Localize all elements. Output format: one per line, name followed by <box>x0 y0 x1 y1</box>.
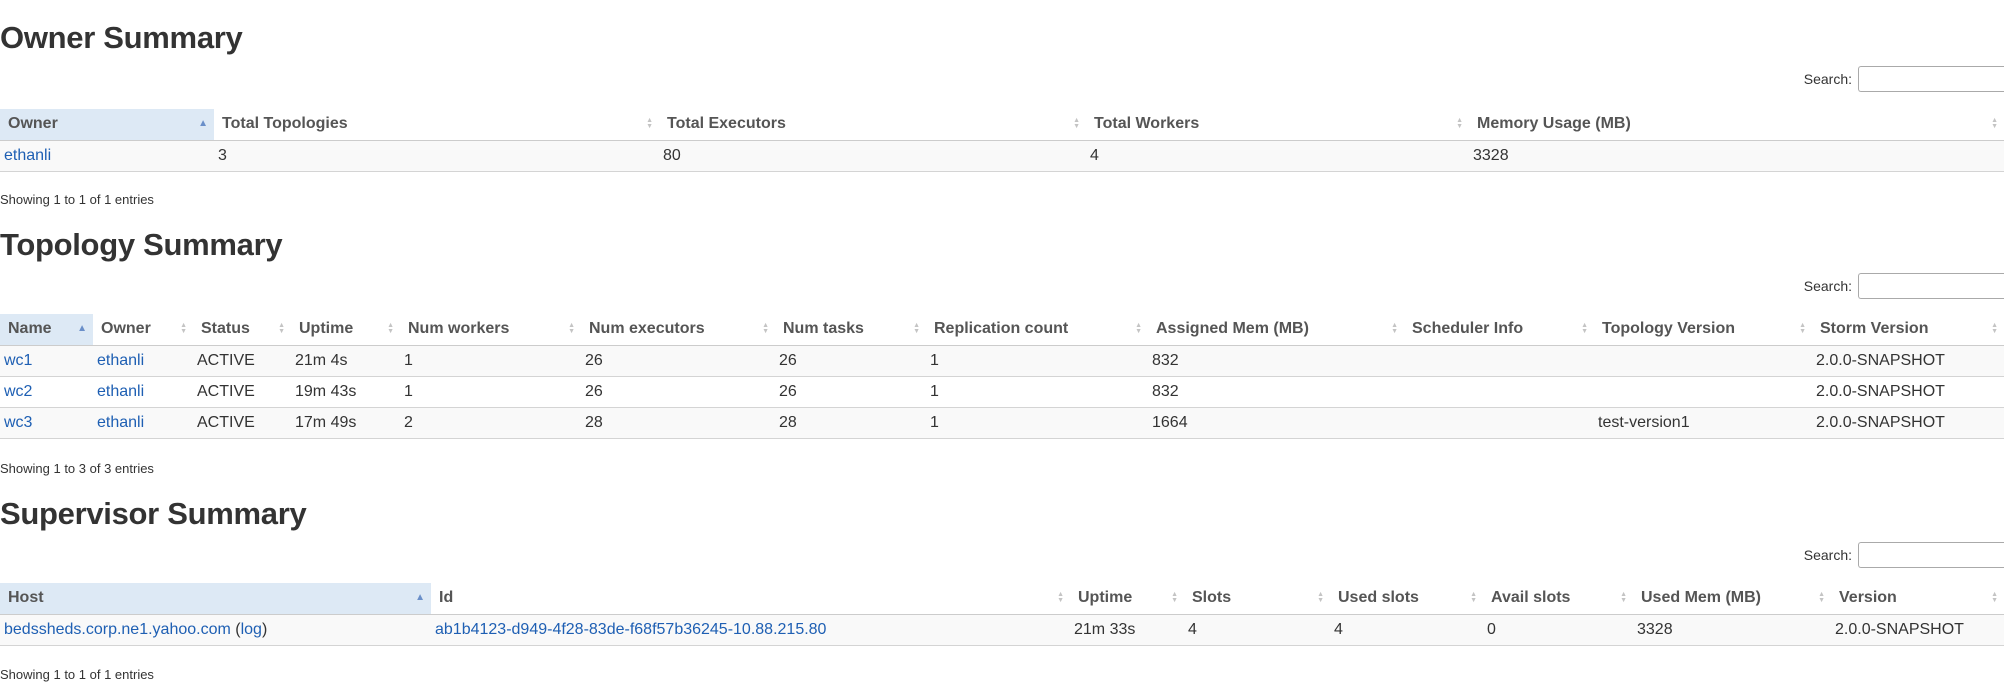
topology-col-name[interactable]: Name ▲ <box>0 314 93 346</box>
num-executors-cell: 28 <box>581 407 775 439</box>
topology-col-scheduler-info[interactable]: Scheduler Info ▲ ▼ <box>1404 314 1594 346</box>
owner-search: Search: <box>1804 66 2004 92</box>
supervisor-search-input[interactable] <box>1858 542 2004 568</box>
table-row: wc3 ethanli ACTIVE 17m 49s 2 28 28 1 166… <box>0 407 2004 439</box>
supervisor-search: Search: <box>1804 542 2004 568</box>
topology-col-assigned-mem[interactable]: Assigned Mem (MB) ▲ ▼ <box>1148 314 1404 346</box>
supervisor-col-avail-slots[interactable]: Avail slots ▲ ▼ <box>1483 583 1633 615</box>
scheduler-info-cell <box>1404 376 1594 408</box>
supervisor-col-used-slots[interactable]: Used slots ▲ ▼ <box>1330 583 1483 615</box>
owner-col-topologies[interactable]: Total Topologies ▲ ▼ <box>214 109 659 141</box>
topology-col-storm-version[interactable]: Storm Version ▲ ▼ <box>1812 314 2004 346</box>
topology-col-status[interactable]: Status ▲ ▼ <box>193 314 291 346</box>
total-topologies-cell: 3 <box>214 140 659 172</box>
topology-col-uptime[interactable]: Uptime ▲ ▼ <box>291 314 400 346</box>
topology-col-num-workers[interactable]: Num workers ▲ ▼ <box>400 314 581 346</box>
owner-link[interactable]: ethanli <box>4 147 51 164</box>
supervisor-col-uptime[interactable]: Uptime ▲ ▼ <box>1070 583 1184 615</box>
uptime-cell: 21m 33s <box>1070 614 1184 646</box>
host-cell: bedssheds.corp.ne1.yahoo.com (log) <box>0 614 431 646</box>
host-link[interactable]: bedssheds.corp.ne1.yahoo.com <box>4 621 231 638</box>
supervisor-summary-info: Showing 1 to 1 of 1 entries <box>0 667 154 682</box>
topology-owner-link[interactable]: ethanli <box>97 383 144 400</box>
supervisor-col-used-mem[interactable]: Used Mem (MB) ▲ ▼ <box>1633 583 1831 615</box>
supervisor-col-version[interactable]: Version ▲ ▼ <box>1831 583 2004 615</box>
supervisor-col-slots[interactable]: Slots ▲ ▼ <box>1184 583 1330 615</box>
topology-owner-link[interactable]: ethanli <box>97 352 144 369</box>
total-workers-cell: 4 <box>1086 140 1469 172</box>
topology-summary-table: Name ▲ Owner ▲ ▼ Status ▲ ▼ Uptime ▲ ▼ Num work… <box>0 314 2004 439</box>
table-row: bedssheds.corp.ne1.yahoo.com (log) ab1b4… <box>0 614 2004 646</box>
log-link[interactable]: log <box>241 621 262 638</box>
topology-name-link[interactable]: wc2 <box>4 383 32 400</box>
table-row: ethanli 3 80 4 3328 <box>0 140 2004 172</box>
replication-cell: 1 <box>926 345 1148 377</box>
assigned-mem-cell: 832 <box>1148 376 1404 408</box>
slots-cell: 4 <box>1184 614 1330 646</box>
supervisor-search-label: Search: <box>1803 547 1852 563</box>
uptime-cell: 17m 49s <box>291 407 400 439</box>
replication-cell: 1 <box>926 407 1148 439</box>
owner-col-memory[interactable]: Memory Usage (MB) ▲ ▼ <box>1469 109 2004 141</box>
replication-cell: 1 <box>926 376 1148 408</box>
memory-usage-cell: 3328 <box>1469 140 2004 172</box>
owner-search-label: Search: <box>1803 71 1852 87</box>
assigned-mem-cell: 1664 <box>1148 407 1404 439</box>
owner-summary-title: Owner Summary <box>0 20 243 55</box>
num-executors-cell: 26 <box>581 345 775 377</box>
topology-name-link[interactable]: wc3 <box>4 414 32 431</box>
topology-col-topology-version[interactable]: Topology Version ▲ ▼ <box>1594 314 1812 346</box>
topology-search-input[interactable] <box>1858 273 2004 299</box>
supervisor-col-id[interactable]: Id ▲ ▼ <box>431 583 1070 615</box>
table-row: wc2 ethanli ACTIVE 19m 43s 1 26 26 1 832… <box>0 376 2004 408</box>
supervisor-summary-table: Host ▲ Id ▲ ▼ Uptime ▲ ▼ Slots ▲ ▼ Used slots ▲ ▼… <box>0 583 2004 646</box>
owner-col-owner[interactable]: Owner ▲ <box>0 109 214 141</box>
num-workers-cell: 1 <box>400 345 581 377</box>
num-tasks-cell: 26 <box>775 376 926 408</box>
used-slots-cell: 4 <box>1330 614 1483 646</box>
topology-version-cell: test-version1 <box>1594 407 1812 439</box>
status-cell: ACTIVE <box>193 407 291 439</box>
owner-search-input[interactable] <box>1858 66 2004 92</box>
num-executors-cell: 26 <box>581 376 775 408</box>
used-mem-cell: 3328 <box>1633 614 1831 646</box>
assigned-mem-cell: 832 <box>1148 345 1404 377</box>
uptime-cell: 21m 4s <box>291 345 400 377</box>
avail-slots-cell: 0 <box>1483 614 1633 646</box>
topology-summary-info: Showing 1 to 3 of 3 entries <box>0 461 154 476</box>
storm-version-cell: 2.0.0-SNAPSHOT <box>1812 345 2004 377</box>
topology-col-num-tasks[interactable]: Num tasks ▲ ▼ <box>775 314 926 346</box>
topology-col-owner[interactable]: Owner ▲ ▼ <box>93 314 193 346</box>
owner-col-workers[interactable]: Total Workers ▲ ▼ <box>1086 109 1469 141</box>
topology-version-cell <box>1594 376 1812 408</box>
storm-version-cell: 2.0.0-SNAPSHOT <box>1812 407 2004 439</box>
owner-col-executors[interactable]: Total Executors ▲ ▼ <box>659 109 1086 141</box>
supervisor-summary-title: Supervisor Summary <box>0 496 307 531</box>
uptime-cell: 19m 43s <box>291 376 400 408</box>
num-tasks-cell: 28 <box>775 407 926 439</box>
num-workers-cell: 2 <box>400 407 581 439</box>
topology-col-replication[interactable]: Replication count ▲ ▼ <box>926 314 1148 346</box>
topology-owner-link[interactable]: ethanli <box>97 414 144 431</box>
num-workers-cell: 1 <box>400 376 581 408</box>
topology-name-link[interactable]: wc1 <box>4 352 32 369</box>
scheduler-info-cell <box>1404 407 1594 439</box>
version-cell: 2.0.0-SNAPSHOT <box>1831 614 2004 646</box>
topology-search: Search: <box>1804 273 2004 299</box>
topology-search-label: Search: <box>1803 278 1852 294</box>
topology-summary-title: Topology Summary <box>0 227 283 262</box>
supervisor-id-link[interactable]: ab1b4123-d949-4f28-83de-f68f57b36245-10.… <box>435 621 826 638</box>
status-cell: ACTIVE <box>193 376 291 408</box>
total-executors-cell: 80 <box>659 140 1086 172</box>
table-row: wc1 ethanli ACTIVE 21m 4s 1 26 26 1 832 … <box>0 345 2004 377</box>
topology-col-num-executors[interactable]: Num executors ▲ ▼ <box>581 314 775 346</box>
owner-summary-table: Owner ▲ Total Topologies ▲ ▼ Total Executor… <box>0 109 2004 172</box>
owner-summary-info: Showing 1 to 1 of 1 entries <box>0 192 154 207</box>
topology-version-cell <box>1594 345 1812 377</box>
supervisor-col-host[interactable]: Host ▲ <box>0 583 431 615</box>
status-cell: ACTIVE <box>193 345 291 377</box>
num-tasks-cell: 26 <box>775 345 926 377</box>
storm-version-cell: 2.0.0-SNAPSHOT <box>1812 376 2004 408</box>
scheduler-info-cell <box>1404 345 1594 377</box>
